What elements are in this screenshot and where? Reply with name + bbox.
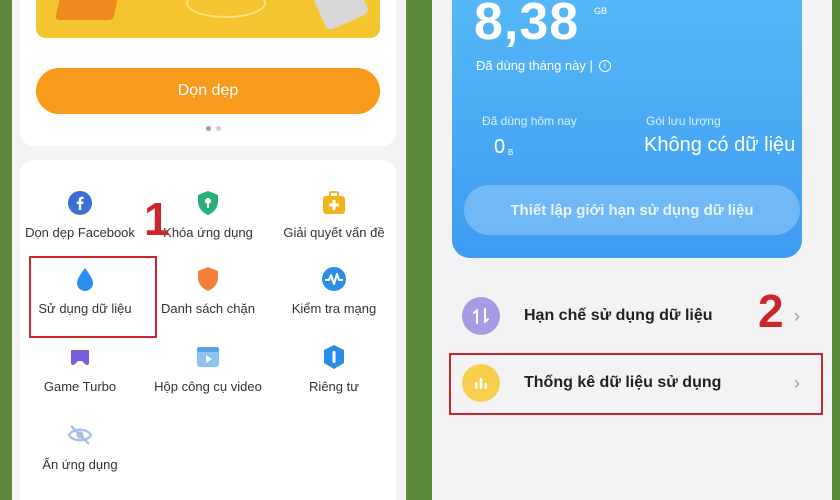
privacy-shield-icon <box>324 345 344 369</box>
data-usage-screen: 8,38 GB Đã dùng tháng này | i Đã dùng hô… <box>432 0 832 500</box>
gamepad-icon <box>71 350 89 366</box>
used-this-month-label: Đã dùng tháng này | <box>476 58 593 73</box>
info-icon[interactable]: i <box>598 59 611 72</box>
tool-label: Danh sách chặn <box>161 301 255 316</box>
tool-game-turbo[interactable]: Game Turbo <box>18 344 142 396</box>
tool-label: Ẩn ứng dụng <box>42 457 118 472</box>
cleanup-banner-illustration <box>36 0 380 38</box>
tool-block-list[interactable]: Danh sách chặn <box>146 266 270 318</box>
tool-label: Hộp công cụ video <box>154 379 262 394</box>
facebook-icon <box>68 191 92 215</box>
row-label: Hạn chế sử dụng dữ liệu <box>524 307 713 324</box>
tool-video-toolbox[interactable]: Hộp công cụ video <box>146 344 270 396</box>
data-plan-value: Không có dữ liệu <box>644 134 796 156</box>
tool-facebook-cleaner[interactable]: Dọn dẹp Facebook <box>18 190 142 242</box>
chevron-right-icon: › <box>794 305 800 326</box>
set-data-limit-button[interactable]: Thiết lập giới hạn sử dụng dữ liệu <box>464 185 800 235</box>
hidden-eye-icon <box>67 425 93 445</box>
used-today-unit: B <box>508 148 514 157</box>
tool-label: Game Turbo <box>43 379 117 394</box>
carousel-dots <box>206 126 221 131</box>
data-usage-card: 8,38 GB Đã dùng tháng này | i Đã dùng hô… <box>452 0 802 258</box>
tool-troubleshoot[interactable]: Giải quyết vấn đề <box>272 190 396 242</box>
tool-label: Riêng tư <box>309 379 359 394</box>
data-used-value: 8,38 <box>474 0 580 51</box>
step-number-1: 1 <box>144 193 170 245</box>
data-used-unit: GB <box>594 6 608 16</box>
clean-up-button[interactable]: Dọn dẹp <box>36 68 380 114</box>
tool-label: Khóa ứng dụng <box>163 225 253 240</box>
tool-hide-apps[interactable]: Ẩn ứng dụng <box>18 422 142 474</box>
highlight-box-data-usage <box>29 256 157 338</box>
tool-label: Kiểm tra mạng <box>291 301 377 316</box>
used-this-month: Đã dùng tháng này | i <box>476 58 611 73</box>
tool-label: Giải quyết vấn đề <box>283 225 385 240</box>
data-plan-label: Gói lưu lượng <box>646 114 721 128</box>
network-pulse-icon <box>322 267 346 291</box>
block-shield-icon <box>198 267 218 291</box>
app-lock-shield-icon <box>198 191 218 215</box>
security-app-screen: Dọn dẹp Dọn dẹp Facebook Khóa ứng dụng G… <box>12 0 406 500</box>
used-today-label: Đã dùng hôm nay <box>482 114 577 128</box>
used-today-value: 0 <box>494 136 506 158</box>
step-number-2: 2 <box>758 285 784 337</box>
tool-label: Dọn dẹp Facebook <box>25 225 135 240</box>
cleanup-card: Dọn dẹp <box>20 0 396 146</box>
highlight-box-statistics <box>449 353 823 415</box>
first-aid-kit-icon <box>323 191 345 214</box>
video-toolbox-icon <box>197 347 219 367</box>
tool-privacy[interactable]: Riêng tư <box>272 344 396 396</box>
up-down-arrows-icon <box>462 297 500 335</box>
tool-network-test[interactable]: Kiểm tra mạng <box>272 266 396 318</box>
